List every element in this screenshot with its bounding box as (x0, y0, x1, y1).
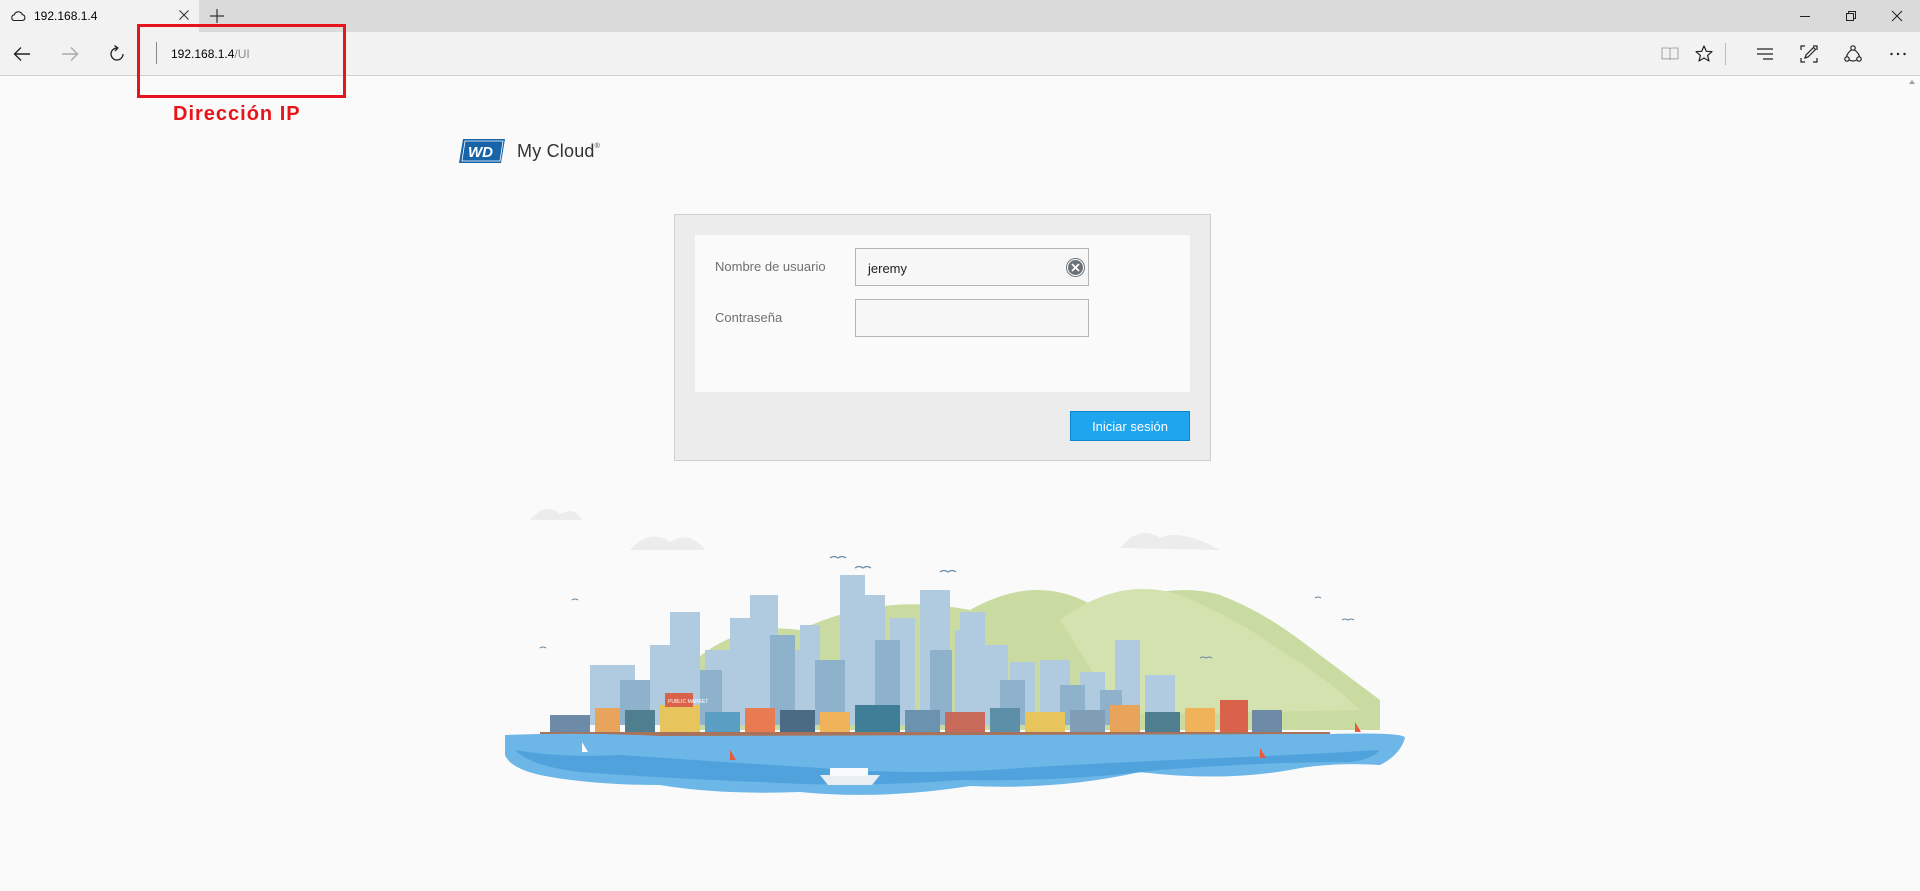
close-icon (1891, 10, 1903, 22)
username-value: jeremy (868, 261, 908, 276)
ip-annotation-box (137, 24, 346, 98)
product-name-text: My Cloud (517, 140, 595, 161)
scroll-up-icon[interactable] (1908, 78, 1916, 86)
username-label: Nombre de usuario (715, 259, 826, 274)
tab-title: 192.168.1.4 (34, 9, 98, 23)
ip-annotation-label: Dirección IP (173, 103, 301, 125)
clear-input-icon[interactable] (1065, 257, 1086, 278)
wd-badge-text: WD (468, 144, 493, 161)
hub-button[interactable] (1743, 32, 1787, 76)
forward-button[interactable] (48, 32, 92, 76)
more-button[interactable] (1876, 32, 1920, 76)
wd-logo-icon: WD (459, 139, 505, 163)
restore-icon (1846, 11, 1856, 21)
trademark-symbol: ® (594, 142, 600, 150)
hub-icon (1757, 48, 1773, 60)
star-icon (1695, 45, 1713, 62)
share-icon (1844, 45, 1862, 62)
minimize-button[interactable] (1782, 0, 1828, 32)
product-name: My Cloud® (517, 141, 600, 162)
password-label: Contraseña (715, 310, 783, 325)
city-skyline-illustration: PUBLIC MARKET (505, 509, 1405, 795)
username-field[interactable]: jeremy (855, 248, 1089, 286)
login-button[interactable]: Iniciar sesión (1070, 411, 1190, 441)
pen-note-icon (1800, 45, 1818, 63)
close-window-button[interactable] (1874, 0, 1920, 32)
share-button[interactable] (1831, 32, 1875, 76)
password-field[interactable] (855, 299, 1089, 337)
minimize-icon (1800, 16, 1810, 17)
refresh-button[interactable] (95, 32, 139, 76)
wd-mycloud-logo: WD My Cloud® (459, 137, 600, 165)
restore-button[interactable] (1828, 0, 1874, 32)
favorites-button[interactable] (1682, 32, 1726, 76)
book-icon (1661, 47, 1679, 61)
close-icon[interactable] (176, 7, 192, 23)
refresh-icon (110, 44, 124, 61)
back-button[interactable] (0, 32, 44, 76)
market-sign: PUBLIC MARKET (668, 699, 708, 705)
more-icon (1890, 52, 1906, 56)
cloud-icon (11, 11, 26, 22)
web-note-button[interactable] (1787, 32, 1831, 76)
arrow-right-icon (62, 47, 79, 61)
toolbar-separator (1725, 43, 1726, 65)
plus-icon[interactable] (208, 7, 226, 25)
login-form: Nombre de usuario jeremy Contraseña (695, 235, 1190, 392)
login-panel: Nombre de usuario jeremy Contraseña Inic… (674, 214, 1211, 461)
arrow-left-icon (13, 47, 30, 61)
